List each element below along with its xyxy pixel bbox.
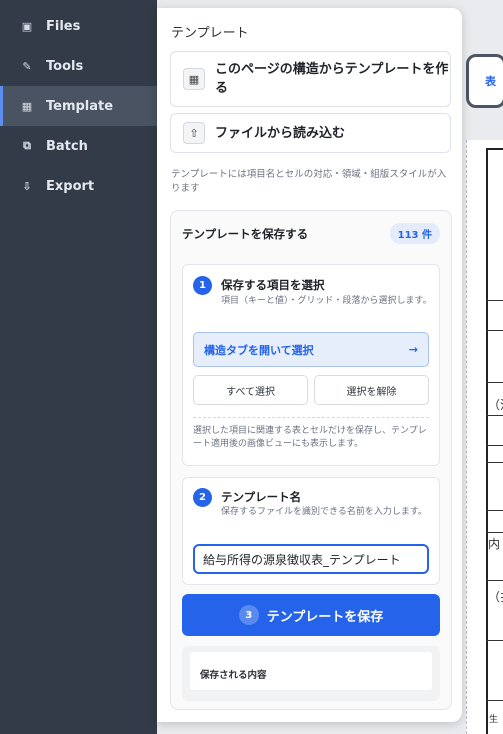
create-from-structure-button[interactable]: ▦ このページの構造からテンプレートを作る [170,51,451,107]
arrow-right-icon: → [408,343,418,356]
save-template-label: テンプレートを保存 [266,609,384,625]
sidebar-item-batch[interactable]: ⧉ Batch [0,126,157,166]
sidebar-item-label: Export [46,178,95,194]
view-mode-button[interactable]: 表 [466,54,503,108]
sidebar-item-label: Template [46,98,114,114]
copy-icon: ⧉ [23,139,31,152]
load-from-file-button[interactable]: ⇧ ファイルから読み込む [170,113,451,153]
step-number: 3 [238,605,259,625]
upload-icon: ⇧ [183,122,205,144]
open-structure-tab-button[interactable]: 構造タブを開いて選択 → [193,332,429,367]
grid-icon: ▦ [21,99,33,113]
deselect-label: 選択を解除 [346,386,397,398]
sidebar-item-tools[interactable]: ✎ Tools [0,46,157,86]
download-icon: ⇩ [22,179,32,193]
pencil-icon: ✎ [22,59,32,73]
item-count-badge: 113 件 [389,223,440,244]
panel-title: テンプレート [171,26,249,41]
table-rule [486,580,503,581]
step-number: 1 [193,276,212,295]
sidebar-item-label: Batch [46,138,88,154]
table-rule [486,382,503,383]
deselect-button[interactable]: 選択を解除 [314,375,429,405]
table-rule [486,445,503,446]
step-description: 保存するファイルを識別できる名前を入力します。 [221,507,427,517]
step-description: 項目（キーと値）・グリッド・段落から選択します。 [221,296,432,306]
selection-note: 選択した項目に関連する表とセルだけを保存し、テンプレート適用後の画像ビューにも表… [193,426,427,449]
template-panel: テンプレート ▦ このページの構造からテンプレートを作る ⇧ ファイルから読み込… [157,8,462,722]
saved-contents-box: 保存される内容 [182,646,440,701]
table-rule [486,532,503,533]
table-rule [486,330,503,331]
step-number: 2 [193,488,212,507]
sidebar-item-files[interactable]: ▣ Files [0,6,157,46]
square-icon: ▣ [21,19,33,33]
saved-contents-label: 保存される内容 [200,670,267,681]
open-structure-tab-label: 構造タブを開いて選択 [204,343,314,357]
document-text: 生 [489,715,499,725]
select-all-button[interactable]: すべて選択 [193,375,308,405]
view-mode-label: 表 [485,75,496,88]
sidebar: ▣ Files ✎ Tools ▦ Template ⧉ Batch ⇩ Exp… [0,0,157,734]
select-all-label: すべて選択 [226,386,275,398]
table-rule [486,300,503,301]
table-rule [486,700,503,701]
save-section-title: テンプレートを保存する [182,227,309,241]
template-name-input[interactable] [193,544,429,574]
step-template-name: 2 テンプレート名 保存するファイルを識別できる名前を入力します。 [182,477,440,585]
template-hint: テンプレートには項目名とセルの対応・領域・組版スタイルが入ります [171,169,447,194]
save-template-button[interactable]: 3 テンプレートを保存 [182,594,440,636]
create-from-structure-label: このページの構造からテンプレートを作る [215,62,449,96]
document-table [486,148,503,734]
document-text: 内 [488,537,501,551]
step-title: 保存する項目を選択 [221,278,325,292]
table-rule [486,462,503,463]
save-template-section: テンプレートを保存する 113 件 1 保存する項目を選択 項目（キーと値）・グ… [170,210,452,710]
step-title: テンプレート名 [221,490,302,504]
step-select-items: 1 保存する項目を選択 項目（キーと値）・グリッド・段落から選択します。 構造タ… [182,264,440,466]
table-rule [486,415,503,416]
document-text: （注 [488,398,503,412]
sidebar-item-label: Tools [46,58,84,74]
divider [193,417,429,418]
sidebar-item-label: Files [46,18,81,34]
load-from-file-label: ファイルから読み込む [215,125,346,141]
sidebar-item-template[interactable]: ▦ Template [0,86,157,126]
sidebar-item-export[interactable]: ⇩ Export [0,166,157,206]
document-text: （扌 [488,590,503,604]
grid-icon: ▦ [183,68,205,90]
table-rule [486,640,503,641]
saved-contents-inner: 保存される内容 [190,652,432,690]
table-rule [486,510,503,511]
